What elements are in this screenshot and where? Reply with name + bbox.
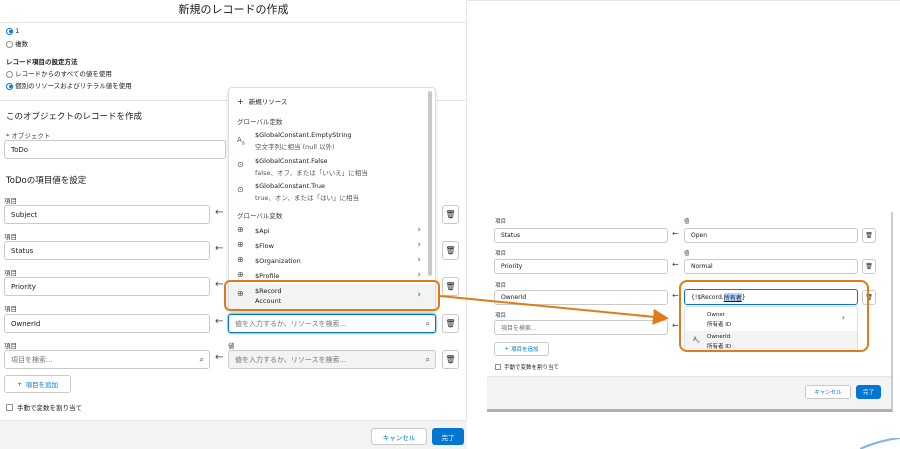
- corner-accent: [860, 438, 900, 449]
- callout-arrow: [439, 295, 669, 325]
